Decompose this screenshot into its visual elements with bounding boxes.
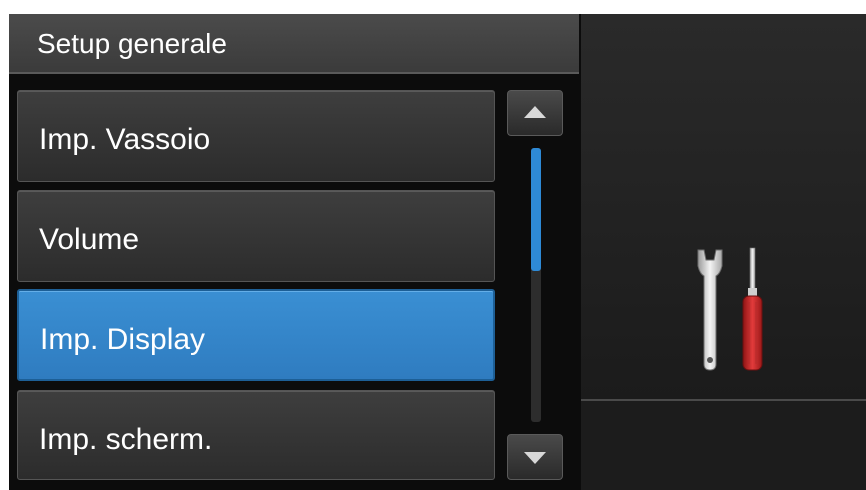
- scroll-up-button[interactable]: [507, 90, 563, 136]
- icon-panel: [581, 14, 866, 401]
- scroll-down-button[interactable]: [507, 434, 563, 480]
- scrollbar-thumb[interactable]: [531, 148, 541, 271]
- menu-item-imp-display[interactable]: Imp. Display: [17, 289, 495, 381]
- tools-icon: [697, 247, 763, 371]
- menu-item-imp-vassoio[interactable]: Imp. Vassoio: [17, 90, 495, 182]
- menu-item-label: Imp. Display: [40, 323, 206, 356]
- menu-item-imp-scherm[interactable]: Imp. scherm.: [17, 390, 495, 480]
- header-bar: Setup generale: [9, 14, 579, 74]
- scrollbar-track[interactable]: [531, 148, 541, 422]
- page-title: Setup generale: [37, 28, 227, 59]
- printer-display: Setup generale Imp. Vassoio Volume Imp. …: [9, 14, 866, 490]
- menu-item-volume[interactable]: Volume: [17, 190, 495, 282]
- status-area: [581, 401, 866, 490]
- menu-item-label: Volume: [39, 223, 140, 256]
- triangle-up-icon: [524, 106, 546, 118]
- triangle-down-icon: [524, 452, 546, 464]
- menu-item-label: Imp. Vassoio: [39, 123, 211, 156]
- menu-item-label: Imp. scherm.: [39, 423, 213, 456]
